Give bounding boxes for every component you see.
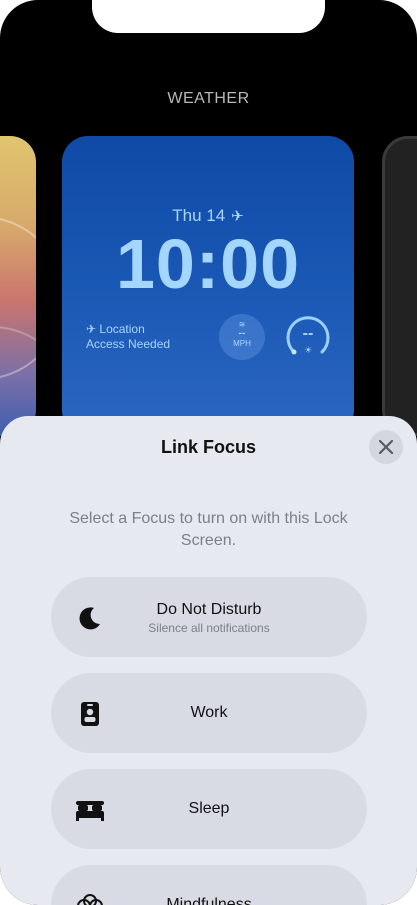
focus-option-do-not-disturb[interactable]: Do Not Disturb Silence all notifications [51, 577, 367, 657]
focus-option-label: Do Not Disturb [156, 601, 262, 618]
wind-unit: MPH [233, 339, 251, 348]
wind-widget[interactable]: ≋ -- MPH [219, 314, 265, 360]
focus-option-work[interactable]: Work [51, 673, 367, 753]
next-wallpaper-card[interactable] [382, 136, 417, 436]
previous-wallpaper-card[interactable] [0, 136, 36, 436]
location-arrow-icon: ✈ [86, 322, 97, 336]
wallpaper-category-title: WEATHER [167, 90, 250, 107]
wind-value: -- [238, 328, 246, 339]
close-icon [379, 440, 393, 454]
location-text: Location [99, 322, 145, 336]
location-access-text: Access Needed [86, 337, 171, 351]
focus-option-label: Sleep [188, 800, 230, 817]
lock-screen-preview[interactable]: Thu 14 ✈ 10:00 ✈ Location Access Needed ≋… [62, 136, 354, 436]
focus-option-mindfulness[interactable]: Mindfulness [51, 865, 367, 905]
close-button[interactable] [369, 430, 403, 464]
phone-screen: WEATHER Thu 14 ✈ 10:00 ✈ Location Access … [0, 0, 417, 905]
lock-date: Thu 14 ✈ [62, 206, 354, 226]
uv-value: -- [302, 325, 314, 342]
lock-date-text: Thu 14 [172, 206, 226, 225]
lock-clock: 10:00 [115, 225, 301, 303]
focus-option-sleep[interactable]: Sleep [51, 769, 367, 849]
location-widget[interactable]: ✈ Location Access Needed [86, 322, 170, 352]
sheet-title: Link Focus [160, 437, 256, 457]
focus-option-label: Mindfulness [166, 896, 252, 905]
sheet-subtitle: Select a Focus to turn on with this Lock… [69, 510, 348, 549]
airplane-icon: ✈ [231, 208, 244, 225]
sun-icon: ☀ [303, 345, 313, 355]
focus-option-sublabel: Silence all notifications [148, 621, 270, 635]
device-notch [92, 0, 325, 33]
uv-gauge-widget[interactable]: -- ☀ [284, 314, 332, 362]
focus-option-label: Work [190, 704, 228, 721]
link-focus-sheet: Link Focus Select a Focus to turn on wit… [0, 416, 417, 905]
